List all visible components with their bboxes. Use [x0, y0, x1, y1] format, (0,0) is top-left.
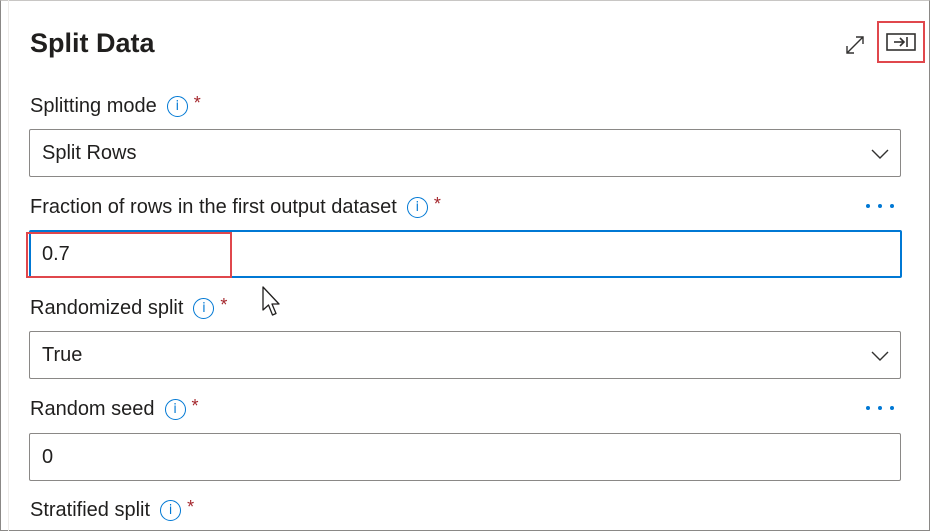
collapse-panel-button[interactable]: [877, 21, 925, 63]
chevron-down-icon: [871, 351, 889, 361]
fraction-input[interactable]: 0.7: [29, 230, 902, 278]
splitting-mode-dropdown[interactable]: Split Rows: [29, 129, 901, 177]
splitting-mode-value: Split Rows: [42, 141, 137, 164]
required-marker: *: [193, 93, 201, 113]
info-icon[interactable]: i: [406, 197, 428, 218]
random-seed-input[interactable]: 0: [29, 433, 901, 481]
required-marker: *: [187, 497, 195, 517]
info-icon[interactable]: i: [166, 96, 188, 117]
more-dot: [878, 204, 882, 208]
more-dot: [878, 406, 882, 410]
stratified-split-label: Stratified split: [30, 499, 151, 521]
required-marker: *: [433, 194, 441, 214]
info-icon[interactable]: i: [193, 298, 215, 319]
info-icon[interactable]: i: [164, 399, 186, 420]
fraction-label: Fraction of rows in the first output dat…: [30, 196, 397, 218]
expand-button[interactable]: [842, 32, 868, 58]
more-dot: [866, 406, 870, 410]
required-marker: *: [220, 295, 228, 315]
more-dot: [890, 204, 894, 208]
fraction-value: 0.7: [42, 242, 70, 265]
more-dot: [890, 406, 894, 410]
random-seed-value: 0: [42, 445, 54, 468]
info-icon[interactable]: i: [160, 500, 182, 521]
collapse-panel-icon: [886, 33, 916, 51]
random-seed-label-row: Random seed i *: [30, 396, 199, 421]
stratified-split-label-row: Stratified split i *: [30, 497, 195, 522]
fraction-more-options-button[interactable]: [866, 197, 894, 215]
expand-icon: [846, 36, 864, 54]
random-seed-more-options-button[interactable]: [866, 399, 894, 417]
panel-divider: [8, 0, 9, 531]
mouse-cursor-icon: [262, 286, 280, 316]
random-seed-label: Random seed: [30, 398, 155, 420]
more-dot: [866, 204, 870, 208]
randomized-split-label: Randomized split: [30, 297, 184, 319]
splitting-mode-label: Splitting mode: [30, 95, 157, 117]
panel-title: Split Data: [30, 28, 155, 58]
randomized-split-value: True: [42, 343, 83, 366]
fraction-label-row: Fraction of rows in the first output dat…: [30, 194, 441, 219]
splitting-mode-label-row: Splitting mode i *: [30, 93, 201, 118]
required-marker: *: [191, 396, 199, 416]
randomized-split-label-row: Randomized split i *: [30, 295, 228, 320]
chevron-down-icon: [871, 149, 889, 159]
randomized-split-dropdown[interactable]: True: [29, 331, 901, 379]
